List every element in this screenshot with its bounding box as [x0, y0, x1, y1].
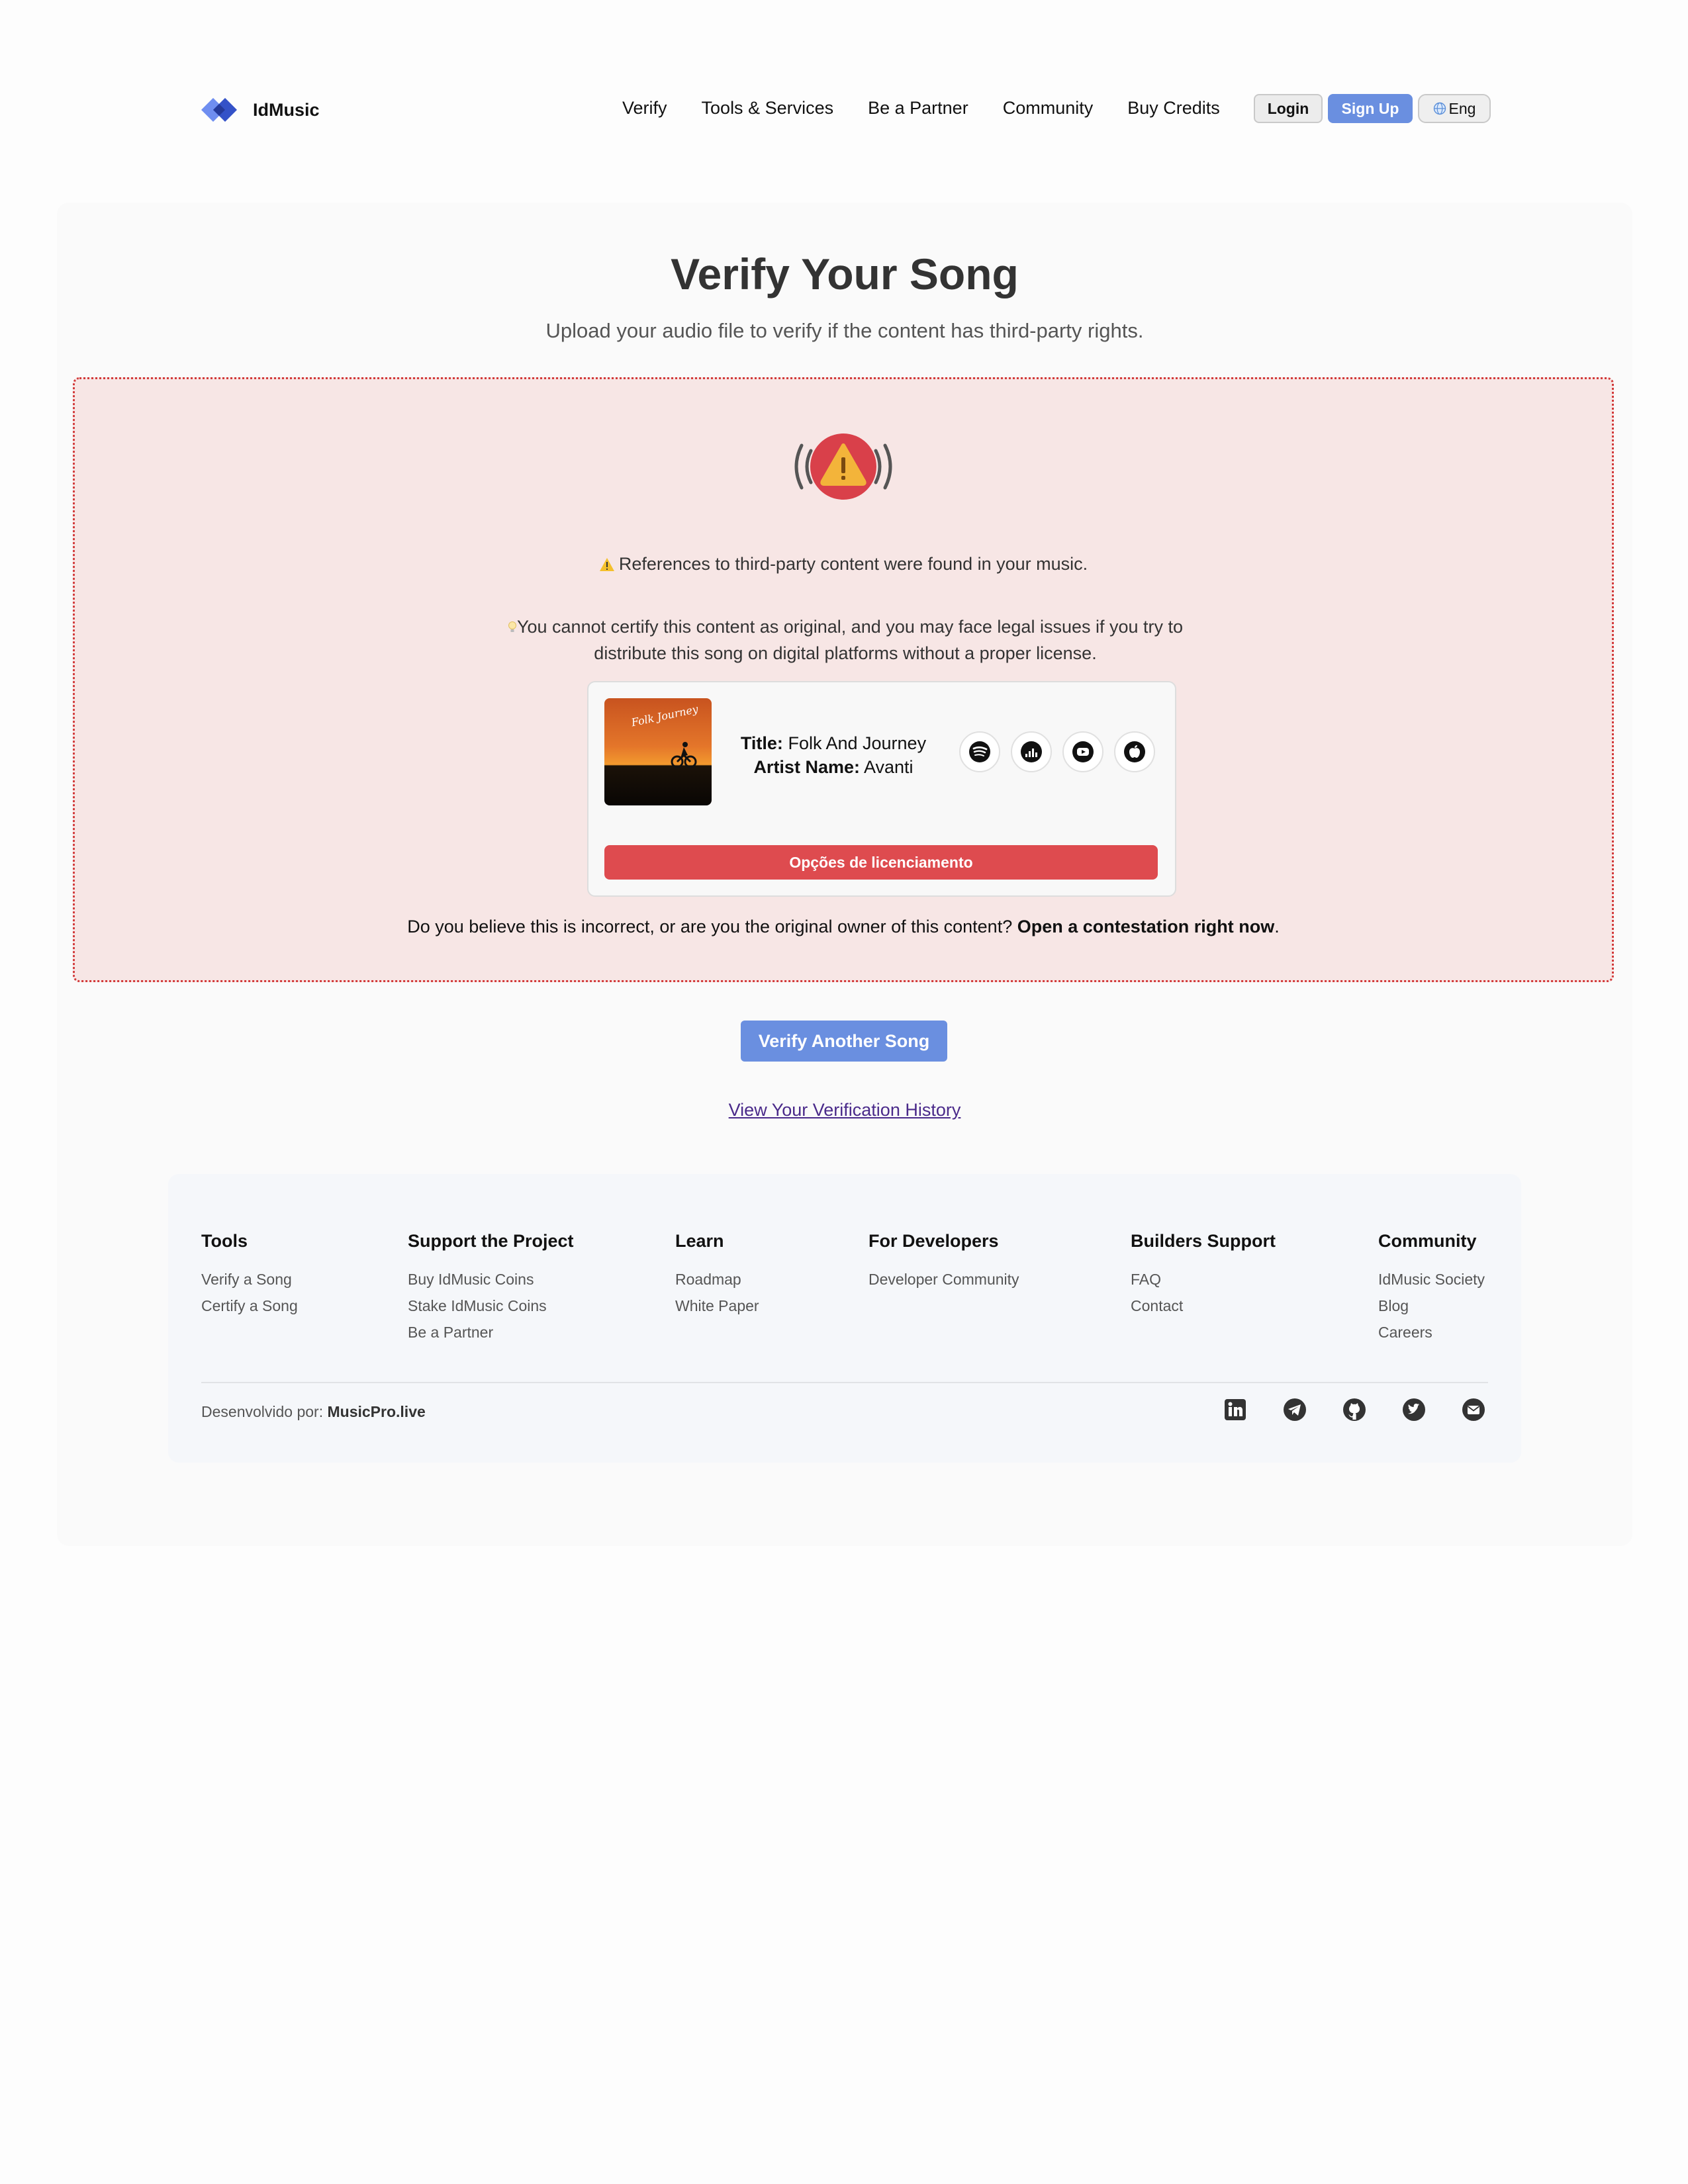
email-icon[interactable]	[1459, 1395, 1488, 1424]
page-title: Verify Your Song	[671, 250, 1019, 298]
matched-song-card: Folk Journey Title: Folk And Journey Art…	[587, 681, 1176, 897]
linkedin-icon[interactable]	[1221, 1395, 1250, 1424]
references-found-text: References to third-party content were f…	[75, 554, 1612, 574]
apple-music-icon[interactable]	[1114, 731, 1155, 772]
social-links	[1190, 1395, 1488, 1424]
footer-link-blog[interactable]: Blog	[1378, 1293, 1485, 1319]
footer-heading: Support the Project	[408, 1231, 574, 1251]
third-party-alert: References to third-party content were f…	[73, 377, 1614, 982]
footer-link-certify-a-song[interactable]: Certify a Song	[201, 1293, 298, 1319]
deezer-icon[interactable]	[1011, 731, 1052, 772]
footer-col-developers: For Developers Developer Community	[868, 1231, 1019, 1293]
spotify-icon[interactable]	[959, 731, 1000, 772]
streaming-platforms	[959, 731, 1155, 772]
footer-link-developer-community[interactable]: Developer Community	[868, 1266, 1019, 1293]
contestation-prefix: Do you believe this is incorrect, or are…	[407, 917, 1013, 936]
legal-warning-text: You cannot certify this content as origi…	[505, 614, 1186, 666]
footer-heading: Builders Support	[1131, 1231, 1276, 1251]
developer-credit: Desenvolvido por: MusicPro.live	[201, 1403, 426, 1421]
cyclist-silhouette-icon	[671, 742, 697, 768]
footer-link-buy-coins[interactable]: Buy IdMusic Coins	[408, 1266, 574, 1293]
song-title-label: Title:	[740, 733, 783, 753]
footer-link-white-paper[interactable]: White Paper	[675, 1293, 759, 1319]
footer-divider	[201, 1382, 1488, 1383]
legal-warning-label: You cannot certify this content as origi…	[516, 617, 1184, 663]
footer-link-roadmap[interactable]: Roadmap	[675, 1266, 759, 1293]
licensing-options-button[interactable]: Opções de licenciamento	[604, 845, 1158, 880]
language-label: Eng	[1448, 99, 1476, 117]
album-cover: Folk Journey	[604, 698, 712, 805]
footer-heading: Tools	[201, 1231, 248, 1251]
brand-logo-icon	[199, 91, 246, 128]
song-artist: Avanti	[864, 757, 914, 777]
nav-tools-services[interactable]: Tools & Services	[702, 98, 834, 118]
footer-heading: Learn	[675, 1231, 724, 1251]
lightbulb-icon	[508, 621, 516, 632]
nav-verify[interactable]: Verify	[622, 98, 667, 118]
warning-broadcast-icon	[794, 433, 892, 500]
footer-col-community: Community IdMusic Society Blog Careers	[1378, 1231, 1485, 1345]
song-info: Title: Folk And Journey Artist Name: Ava…	[734, 731, 933, 779]
footer-link-faq[interactable]: FAQ	[1131, 1266, 1276, 1293]
site-header: IdMusic Verify Tools & Services Be a Par…	[199, 85, 1491, 135]
site-footer: Tools Verify a Song Certify a Song Suppo…	[168, 1174, 1521, 1463]
song-title: Folk And Journey	[788, 733, 927, 753]
footer-link-careers[interactable]: Careers	[1378, 1319, 1485, 1345]
language-selector[interactable]: Eng	[1418, 94, 1491, 123]
verification-history-link[interactable]: View Your Verification History	[57, 1100, 1632, 1120]
footer-link-be-a-partner[interactable]: Be a Partner	[408, 1319, 574, 1345]
footer-col-support: Support the Project Buy IdMusic Coins St…	[408, 1231, 574, 1345]
verify-another-song-button[interactable]: Verify Another Song	[741, 1021, 947, 1062]
twitter-icon[interactable]	[1399, 1395, 1429, 1424]
footer-col-builders: Builders Support FAQ Contact	[1131, 1231, 1276, 1319]
brand-name: IdMusic	[253, 99, 320, 120]
footer-link-stake-coins[interactable]: Stake IdMusic Coins	[408, 1293, 574, 1319]
telegram-icon[interactable]	[1280, 1395, 1309, 1424]
song-artist-label: Artist Name:	[753, 757, 860, 777]
nav-community[interactable]: Community	[1003, 98, 1094, 118]
contestation-suffix: .	[1274, 917, 1280, 936]
footer-col-tools: Tools Verify a Song Certify a Song	[201, 1231, 298, 1319]
auth-actions: Login Sign Up Eng	[1254, 94, 1491, 123]
references-found-label: References to third-party content were f…	[618, 554, 1088, 574]
contestation-text: Do you believe this is incorrect, or are…	[75, 917, 1612, 937]
page-subtitle: Upload your audio file to verify if the …	[545, 319, 1144, 342]
footer-link-contact[interactable]: Contact	[1131, 1293, 1276, 1319]
album-cover-title: Folk Journey	[630, 702, 700, 729]
login-button[interactable]: Login	[1254, 94, 1323, 123]
open-contestation-link[interactable]: Open a contestation right now	[1017, 917, 1275, 936]
footer-col-learn: Learn Roadmap White Paper	[675, 1231, 759, 1319]
signup-button[interactable]: Sign Up	[1328, 94, 1413, 123]
nav-be-a-partner[interactable]: Be a Partner	[868, 98, 968, 118]
footer-heading: Community	[1378, 1231, 1477, 1251]
globe-icon	[1433, 102, 1446, 115]
warning-icon	[599, 558, 614, 571]
song-title-row: Title: Folk And Journey	[734, 731, 933, 755]
footer-link-idmusic-society[interactable]: IdMusic Society	[1378, 1266, 1485, 1293]
credit-link[interactable]: MusicPro.live	[328, 1403, 426, 1420]
footer-heading: For Developers	[868, 1231, 999, 1251]
youtube-icon[interactable]	[1062, 731, 1103, 772]
main-nav: Verify Tools & Services Be a Partner Com…	[622, 98, 1220, 118]
credit-prefix: Desenvolvido por:	[201, 1403, 324, 1420]
nav-buy-credits[interactable]: Buy Credits	[1127, 98, 1220, 118]
brand[interactable]: IdMusic	[199, 91, 320, 128]
github-icon[interactable]	[1340, 1395, 1369, 1424]
song-artist-row: Artist Name: Avanti	[734, 755, 933, 779]
footer-link-verify-a-song[interactable]: Verify a Song	[201, 1266, 298, 1293]
